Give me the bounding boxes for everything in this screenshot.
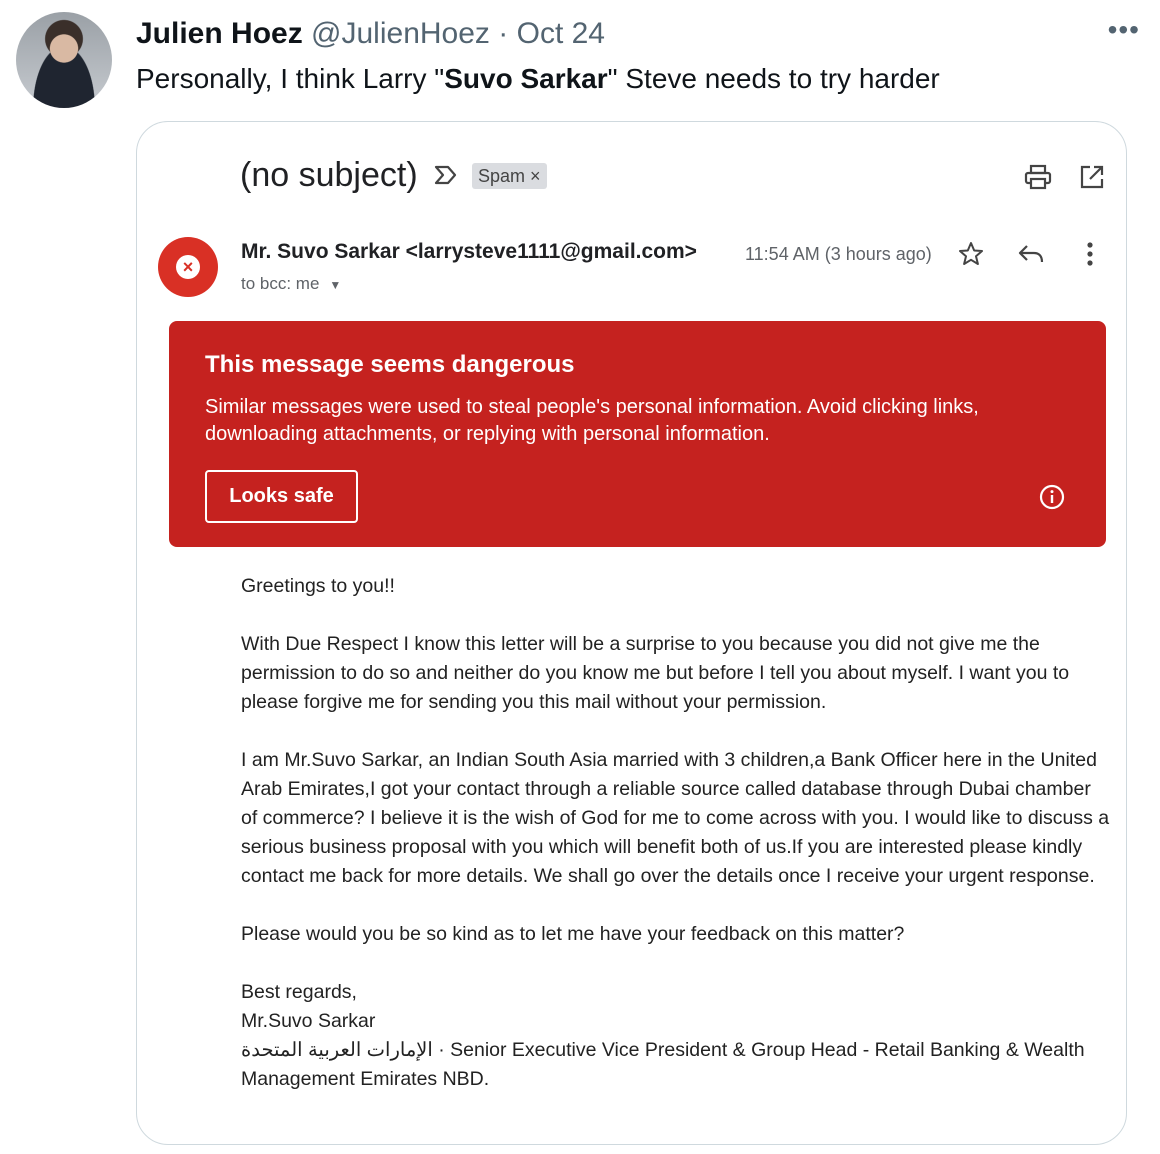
reply-icon[interactable] <box>1017 242 1045 266</box>
body-paragraph: I am Mr.Suvo Sarkar, an Indian South Asi… <box>241 749 1110 887</box>
spam-label-chip[interactable]: Spam × <box>472 163 547 189</box>
tweet-text-before: Personally, I think Larry " <box>136 63 445 94</box>
sender-name-email[interactable]: Mr. Suvo Sarkar <larrysteve1111@gmail.co… <box>241 240 697 264</box>
recipient-text: to bcc: me <box>241 274 320 293</box>
signature-name: Mr.Suvo Sarkar <box>241 1010 376 1032</box>
signature-title: الإمارات العربية المتحدة · Senior Execut… <box>241 1039 1085 1090</box>
sender-avatar: × <box>158 237 218 297</box>
signoff: Best regards, <box>241 981 357 1003</box>
print-icon[interactable] <box>1024 164 1052 190</box>
signature-block: Best regards, Mr.Suvo Sarkar الإمارات ال… <box>241 978 1111 1094</box>
header-separator: · <box>498 17 509 50</box>
more-vert-icon[interactable] <box>1080 240 1100 268</box>
importance-marker-icon[interactable] <box>433 164 459 186</box>
email-timestamp: 11:54 AM (3 hours ago) <box>745 244 932 264</box>
danger-icon: × <box>176 255 200 279</box>
author-name[interactable]: Julien Hoez <box>136 17 303 50</box>
email-subject: (no subject) <box>240 156 418 194</box>
tweet-text-bold: Suvo Sarkar <box>444 63 608 94</box>
star-icon[interactable] <box>957 240 985 268</box>
tweet-text-after: " Steve needs to try harder <box>607 63 940 94</box>
body-paragraph: Please would you be so kind as to let me… <box>241 923 905 945</box>
tweet-date[interactable]: Oct 24 <box>517 17 605 50</box>
looks-safe-button[interactable]: Looks safe <box>205 470 358 523</box>
info-icon[interactable] <box>1039 484 1065 510</box>
tweet-text: Personally, I think Larry "Suvo Sarkar" … <box>136 60 940 98</box>
author-handle[interactable]: @JulienHoez <box>311 17 490 50</box>
more-options-icon[interactable]: ••• <box>1108 16 1140 44</box>
warning-text: Similar messages were used to steal peop… <box>205 396 979 445</box>
danger-warning-banner: This message seems dangerous Similar mes… <box>169 321 1106 547</box>
attached-screenshot[interactable]: (no subject) Spam × × Mr. Suvo Sarkar <l… <box>136 121 1127 1145</box>
email-body: Greetings to you!! With Due Respect I kn… <box>241 572 1111 1094</box>
warning-title: This message seems dangerous <box>205 351 575 378</box>
author-avatar[interactable] <box>16 12 112 108</box>
body-paragraph: With Due Respect I know this letter will… <box>241 633 1070 713</box>
chevron-down-icon[interactable]: ▼ <box>329 278 341 292</box>
recipient-line[interactable]: to bcc: me ▼ <box>241 274 341 294</box>
tweet-header: Julien Hoez @JulienHoez · Oct 24 <box>136 15 605 53</box>
body-greeting: Greetings to you!! <box>241 575 395 597</box>
open-in-new-window-icon[interactable] <box>1079 164 1105 190</box>
